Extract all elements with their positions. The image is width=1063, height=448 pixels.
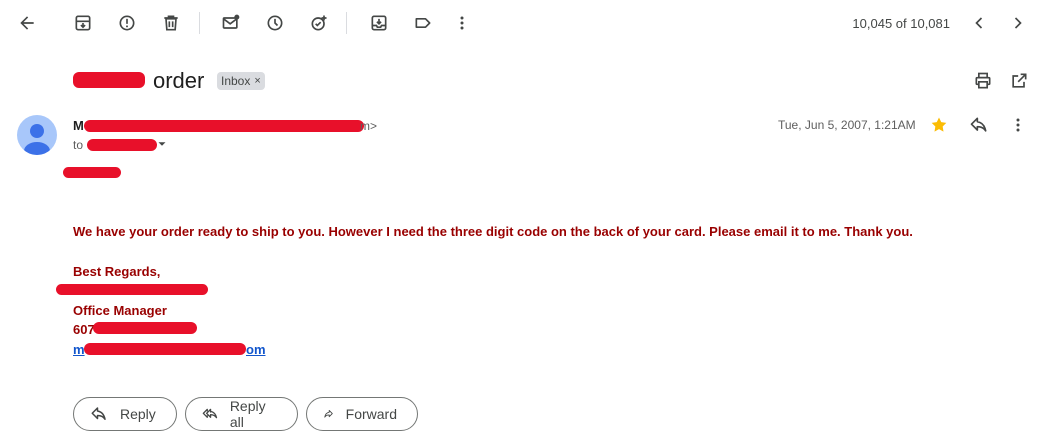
closing-regards: Best Regards, — [73, 264, 161, 279]
newer-chevron-icon[interactable] — [967, 11, 991, 35]
move-to-icon[interactable] — [367, 11, 391, 35]
redaction-mark — [84, 343, 246, 355]
forward-button-label: Forward — [345, 406, 397, 422]
avatar[interactable] — [17, 115, 57, 155]
reply-all-icon — [202, 408, 218, 419]
archive-icon[interactable] — [71, 11, 95, 35]
forward-icon — [324, 410, 333, 418]
label-icon[interactable] — [411, 11, 435, 35]
recipient-line: to — [73, 138, 83, 152]
reply-icon — [91, 407, 106, 420]
open-new-window-icon[interactable] — [1007, 69, 1031, 93]
reply-all-button-label: Reply all — [229, 398, 266, 430]
email-message: We have your order ready to ship to you.… — [73, 224, 913, 239]
mark-unread-icon[interactable] — [219, 11, 243, 35]
email-date: Tue, Jun 5, 2007, 1:21AM — [778, 118, 916, 132]
more-options-icon[interactable] — [1006, 113, 1030, 137]
reply-all-button[interactable]: Reply all — [185, 397, 298, 431]
star-icon[interactable] — [927, 113, 951, 137]
signature-title: Office Manager — [73, 303, 167, 318]
recipient-details-dropdown-icon[interactable] — [152, 134, 172, 154]
report-spam-icon[interactable] — [115, 11, 139, 35]
redaction-mark — [73, 72, 145, 88]
reply-button[interactable]: Reply — [73, 397, 177, 431]
redaction-mark — [93, 322, 197, 334]
reply-icon[interactable] — [967, 113, 991, 137]
toolbar-divider — [346, 12, 347, 34]
email-subject: order — [153, 68, 205, 93]
reply-button-label: Reply — [120, 406, 156, 422]
message-counter: 10,045 of 10,081 — [852, 16, 950, 31]
signature-phone: 607 — [73, 322, 95, 337]
signature-email-link[interactable]: m — [73, 342, 85, 357]
remove-label-icon[interactable]: × — [254, 75, 260, 87]
redaction-mark — [84, 120, 364, 132]
add-task-icon[interactable] — [307, 11, 331, 35]
redaction-mark — [87, 139, 157, 151]
print-icon[interactable] — [971, 69, 995, 93]
forward-button[interactable]: Forward — [306, 397, 418, 431]
to-prefix: to — [73, 138, 84, 152]
sender-name[interactable]: M — [73, 118, 84, 133]
more-vert-icon[interactable] — [450, 11, 474, 35]
older-chevron-icon[interactable] — [1006, 11, 1030, 35]
toolbar-divider — [199, 12, 200, 34]
redaction-mark — [56, 284, 208, 295]
delete-icon[interactable] — [159, 11, 183, 35]
back-arrow-icon[interactable] — [15, 11, 39, 35]
redaction-mark — [63, 167, 121, 178]
label-text: Inbox — [221, 74, 251, 88]
snooze-icon[interactable] — [263, 11, 287, 35]
sender-email: m> — [360, 119, 378, 133]
inbox-label-chip[interactable]: Inbox × — [217, 72, 265, 90]
signature-email-link-end[interactable]: om — [246, 342, 266, 357]
